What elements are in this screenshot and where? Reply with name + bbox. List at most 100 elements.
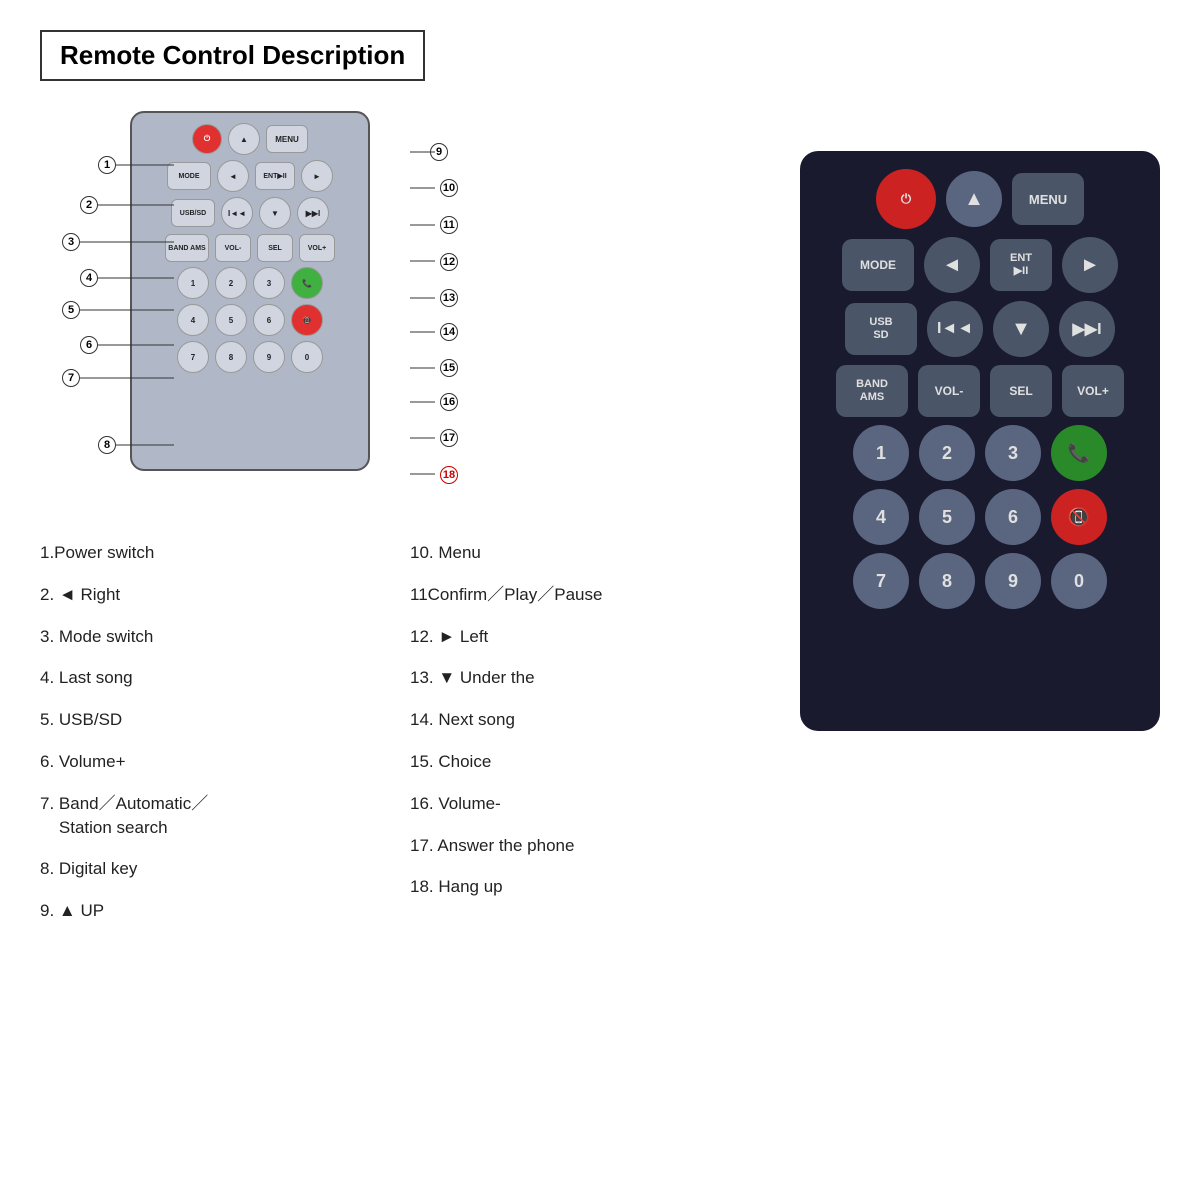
callout-5: 5 bbox=[62, 301, 80, 319]
desc-item-15: 15. Choice bbox=[410, 750, 780, 774]
photo-num2-btn[interactable]: 2 bbox=[919, 425, 975, 481]
callout-12: 12 bbox=[440, 253, 458, 271]
callout-9: 9 bbox=[430, 143, 448, 161]
diag-band-btn[interactable]: BAND AMS bbox=[165, 234, 209, 262]
callout-13: 13 bbox=[440, 289, 458, 307]
photo-downbtn[interactable]: ▼ bbox=[993, 301, 1049, 357]
photo-row-7: 7 8 9 0 bbox=[814, 553, 1146, 609]
desc-item-2: 2. ◄ Right bbox=[40, 583, 410, 607]
photo-left-btn[interactable]: ◄ bbox=[924, 237, 980, 293]
photo-volminus-btn[interactable]: VOL- bbox=[918, 365, 980, 417]
photo-num7-btn[interactable]: 7 bbox=[853, 553, 909, 609]
desc-item-10: 10. Menu bbox=[410, 541, 780, 565]
diag-row-1: ⏻ ▲ MENU bbox=[140, 123, 360, 155]
desc-item-1: 1.Power switch bbox=[40, 541, 410, 565]
desc-item-8: 8. Digital key bbox=[40, 857, 410, 881]
photo-num6-btn[interactable]: 6 bbox=[985, 489, 1041, 545]
callout-1: 1 bbox=[98, 156, 116, 174]
photo-row-5: 1 2 3 📞 bbox=[814, 425, 1146, 481]
diag-menu-btn[interactable]: MENU bbox=[266, 125, 308, 153]
photo-prev-btn[interactable]: I◄◄ bbox=[927, 301, 983, 357]
photo-ent-btn[interactable]: ENT▶II bbox=[990, 239, 1052, 291]
photo-up-btn[interactable]: ▲ bbox=[946, 171, 1002, 227]
photo-mode-btn[interactable]: MODE bbox=[842, 239, 914, 291]
photo-row-3: USBSD I◄◄ ▼ ▶▶I bbox=[814, 301, 1146, 357]
desc-item-16: 16. Volume- bbox=[410, 792, 780, 816]
diag-left-btn[interactable]: ◄ bbox=[217, 160, 249, 192]
desc-item-14: 14. Next song bbox=[410, 708, 780, 732]
photo-num5-btn[interactable]: 5 bbox=[919, 489, 975, 545]
photo-usbsd-btn[interactable]: USBSD bbox=[845, 303, 917, 355]
diag-volminus-btn[interactable]: VOL- bbox=[215, 234, 251, 262]
photo-volplus-btn[interactable]: VOL+ bbox=[1062, 365, 1124, 417]
desc-section: 1.Power switch 2. ◄ Right 3. Mode switch… bbox=[40, 541, 780, 1170]
diag-next-btn[interactable]: ▶▶I bbox=[297, 197, 329, 229]
diag-num9-btn[interactable]: 9 bbox=[253, 341, 285, 373]
photo-row-2: MODE ◄ ENT▶II ► bbox=[814, 237, 1146, 293]
callout-7: 7 bbox=[62, 369, 80, 387]
callout-10: 10 bbox=[440, 179, 458, 197]
diag-usbsd-btn[interactable]: USB/SD bbox=[171, 199, 215, 227]
diagram-area: 1 2 3 4 5 6 7 8 9 10 11 12 13 14 15 16 1… bbox=[40, 101, 520, 521]
photo-nextbtn[interactable]: ▶▶I bbox=[1059, 301, 1115, 357]
diag-up-btn[interactable]: ▲ bbox=[228, 123, 260, 155]
diag-num2-btn[interactable]: 2 bbox=[215, 267, 247, 299]
desc-col-right: 10. Menu 11Confirm／Play／Pause 12. ► Left… bbox=[410, 541, 780, 1170]
diag-answer-btn[interactable]: 📞 bbox=[291, 267, 323, 299]
photo-band-btn[interactable]: BANDAMS bbox=[836, 365, 908, 417]
callout-2: 2 bbox=[80, 196, 98, 214]
diag-num7-btn[interactable]: 7 bbox=[177, 341, 209, 373]
desc-item-18: 18. Hang up bbox=[410, 875, 780, 899]
photo-num0-btn[interactable]: 0 bbox=[1051, 553, 1107, 609]
diag-num4-btn[interactable]: 4 bbox=[177, 304, 209, 336]
desc-item-11: 11Confirm／Play／Pause bbox=[410, 583, 780, 607]
diag-row-6: 4 5 6 📵 bbox=[140, 304, 360, 336]
content-row: 1 2 3 4 5 6 7 8 9 10 11 12 13 14 15 16 1… bbox=[40, 101, 1160, 1170]
diag-num8-btn[interactable]: 8 bbox=[215, 341, 247, 373]
desc-item-4: 4. Last song bbox=[40, 666, 410, 690]
page: Remote Control Description 1 2 3 4 5 6 7… bbox=[0, 0, 1200, 1200]
desc-item-17: 17. Answer the phone bbox=[410, 834, 780, 858]
photo-num3-btn[interactable]: 3 bbox=[985, 425, 1041, 481]
photo-num4-btn[interactable]: 4 bbox=[853, 489, 909, 545]
photo-hangup-btn[interactable]: 📵 bbox=[1051, 489, 1107, 545]
left-section: 1 2 3 4 5 6 7 8 9 10 11 12 13 14 15 16 1… bbox=[40, 101, 780, 1170]
callout-14: 14 bbox=[440, 323, 458, 341]
diag-num1-btn[interactable]: 1 bbox=[177, 267, 209, 299]
callout-3: 3 bbox=[62, 233, 80, 251]
remote-photo: ⏻ ▲ MENU MODE ◄ ENT▶II ► USBSD I◄◄ ▼ ▶▶I… bbox=[800, 151, 1160, 731]
photo-answer-btn[interactable]: 📞 bbox=[1051, 425, 1107, 481]
callout-18-circle: 18 bbox=[440, 466, 458, 484]
photo-num1-btn[interactable]: 1 bbox=[853, 425, 909, 481]
diag-power-btn[interactable]: ⏻ bbox=[192, 124, 222, 154]
diag-num3-btn[interactable]: 3 bbox=[253, 267, 285, 299]
photo-menu-btn[interactable]: MENU bbox=[1012, 173, 1084, 225]
diag-volplus-btn[interactable]: VOL+ bbox=[299, 234, 335, 262]
desc-col-left: 1.Power switch 2. ◄ Right 3. Mode switch… bbox=[40, 541, 410, 1170]
photo-sel-btn[interactable]: SEL bbox=[990, 365, 1052, 417]
photo-row-1: ⏻ ▲ MENU bbox=[814, 169, 1146, 229]
diag-num6-btn[interactable]: 6 bbox=[253, 304, 285, 336]
diag-num0-btn[interactable]: 0 bbox=[291, 341, 323, 373]
diag-down-btn[interactable]: ▼ bbox=[259, 197, 291, 229]
diag-num5-btn[interactable]: 5 bbox=[215, 304, 247, 336]
desc-item-9: 9. ▲ UP bbox=[40, 899, 410, 923]
desc-item-5: 5. USB/SD bbox=[40, 708, 410, 732]
callout-17: 17 bbox=[440, 429, 458, 447]
photo-power-btn[interactable]: ⏻ bbox=[876, 169, 936, 229]
diag-row-4: BAND AMS VOL- SEL VOL+ bbox=[140, 234, 360, 262]
diag-right-btn[interactable]: ► bbox=[301, 160, 333, 192]
diag-prev-btn[interactable]: I◄◄ bbox=[221, 197, 253, 229]
diag-row-2: MODE ◄ ENT▶II ► bbox=[140, 160, 360, 192]
desc-item-7: 7. Band／Automatic／ Station search bbox=[40, 792, 410, 840]
photo-num9-btn[interactable]: 9 bbox=[985, 553, 1041, 609]
photo-num8-btn[interactable]: 8 bbox=[919, 553, 975, 609]
callout-15: 15 bbox=[440, 359, 458, 377]
diag-sel-btn[interactable]: SEL bbox=[257, 234, 293, 262]
diag-mode-btn[interactable]: MODE bbox=[167, 162, 211, 190]
diag-ent-btn[interactable]: ENT▶II bbox=[255, 162, 295, 190]
diag-hangup-btn[interactable]: 📵 bbox=[291, 304, 323, 336]
diag-row-7: 7 8 9 0 bbox=[140, 341, 360, 373]
photo-row-4: BANDAMS VOL- SEL VOL+ bbox=[814, 365, 1146, 417]
photo-right-btn[interactable]: ► bbox=[1062, 237, 1118, 293]
